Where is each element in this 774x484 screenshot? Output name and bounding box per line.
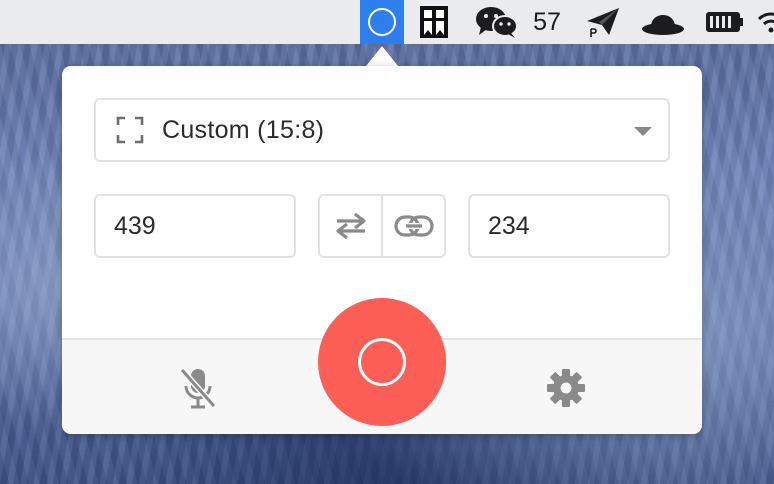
fullscreen-frame-icon [116, 116, 144, 144]
aspect-preset-dropdown[interactable]: Custom (15:8) [94, 98, 670, 162]
dimension-controls [318, 194, 446, 258]
aspect-preset-label: Custom (15:8) [162, 115, 325, 144]
kindle-icon [420, 6, 448, 38]
wifi-icon [757, 12, 774, 33]
record-button[interactable] [318, 298, 446, 426]
lock-aspect-button[interactable] [381, 196, 444, 256]
height-input[interactable] [468, 194, 670, 258]
chevron-down-icon [634, 127, 652, 136]
recorder-menubar-button[interactable] [360, 0, 404, 44]
wechat-icon [476, 7, 518, 38]
bowler-hat-menubar-button[interactable] [640, 0, 686, 44]
settings-button[interactable] [542, 364, 590, 412]
microphone-muted-icon [179, 368, 217, 409]
gear-icon [547, 369, 585, 407]
paper-plane-menubar-button[interactable] [583, 0, 623, 44]
swap-arrows-icon [335, 212, 366, 240]
record-circle-icon [358, 338, 406, 386]
menu-bar: 57 [0, 0, 774, 44]
link-icon [393, 215, 434, 237]
kindle-menubar-button[interactable] [418, 0, 450, 44]
wifi-menubar-button[interactable] [756, 0, 774, 44]
popover-arrow [366, 46, 398, 66]
notification-count[interactable]: 57 [527, 0, 567, 44]
wechat-menubar-button[interactable] [473, 0, 521, 44]
microphone-toggle-button[interactable] [174, 364, 222, 412]
battery-icon [706, 12, 743, 32]
swap-dimensions-button[interactable] [320, 196, 381, 256]
bowler-hat-icon [642, 15, 684, 35]
paper-plane-icon [587, 8, 619, 37]
recorder-icon [368, 8, 396, 36]
width-input[interactable] [94, 194, 296, 258]
battery-menubar-button[interactable] [702, 0, 746, 44]
